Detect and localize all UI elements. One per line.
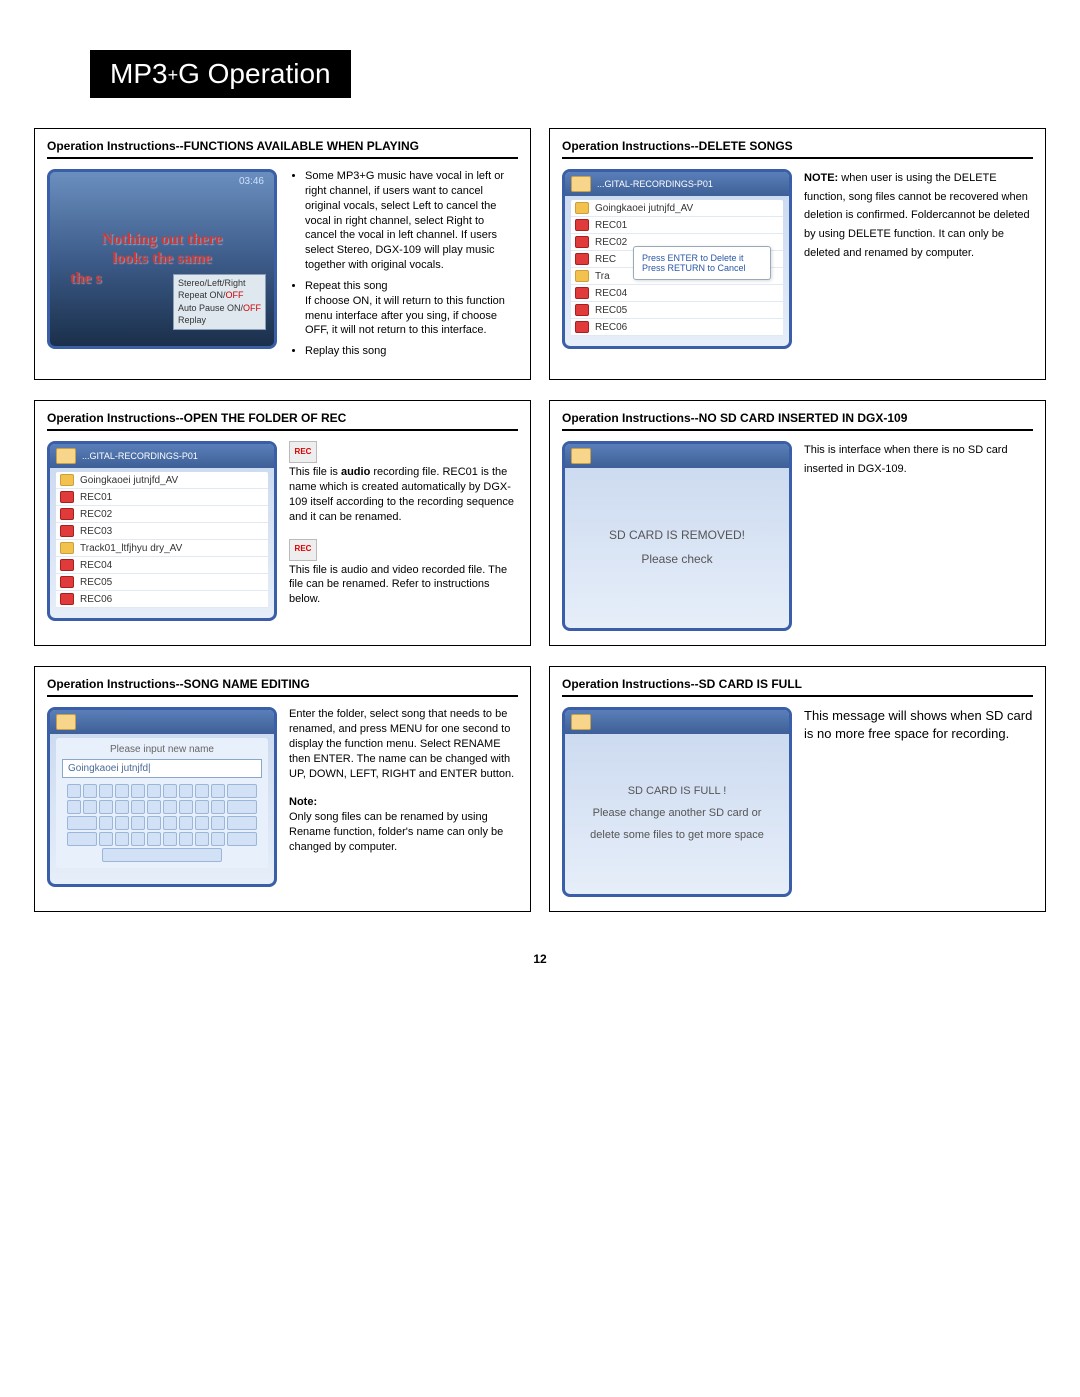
panel-open-rec-folder: Operation Instructions--OPEN THE FOLDER … — [34, 400, 531, 646]
screenshot-delete: ...GITAL-RECORDINGS-P01 Goingkaoei jutnj… — [562, 169, 792, 349]
panel-delete-songs: Operation Instructions--DELETE SONGS ...… — [549, 128, 1046, 380]
no-sd-description: This is interface when there is no SD ca… — [804, 441, 1033, 478]
screenshot-playing: 03:46 Nothing out there looks the same t… — [47, 169, 277, 349]
screenshot-sd-full: SD CARD IS FULL ! Please change another … — [562, 707, 792, 897]
file-row: REC06 — [571, 319, 783, 336]
panel3-title: Operation Instructions--OPEN THE FOLDER … — [47, 411, 518, 431]
screenshot-rename: Please input new name Goingkaoei jutnjfd… — [47, 707, 277, 887]
file-row: Goingkaoei jutnjfd_AV — [56, 472, 268, 489]
note-label: Note: — [289, 796, 317, 808]
rec-av-icon: REC — [289, 539, 317, 561]
file-row: REC04 — [56, 557, 268, 574]
sd-full-description: This message will shows when SD card is … — [804, 707, 1033, 743]
file-row: REC05 — [571, 302, 783, 319]
panel5-title: Operation Instructions--SONG NAME EDITIN… — [47, 677, 518, 697]
msg-sd-removed: SD CARD IS REMOVED! — [609, 528, 745, 542]
screenshot-no-sd: SD CARD IS REMOVED! Please check — [562, 441, 792, 631]
onscreen-keyboard[interactable] — [62, 784, 262, 862]
timecode: 03:46 — [239, 176, 264, 187]
page-number: 12 — [30, 952, 1050, 966]
panel-sd-card-full: Operation Instructions--SD CARD IS FULL … — [549, 666, 1046, 912]
dialog-line-1: Press ENTER to Delete it — [642, 253, 762, 263]
panel-functions-playing: Operation Instructions--FUNCTIONS AVAILA… — [34, 128, 531, 380]
file-row: Goingkaoei jutnjfd_AV — [571, 200, 783, 217]
note-text: when user is using the DELETE function, … — [804, 172, 1030, 259]
confirm-dialog: Press ENTER to Delete it Press RETURN to… — [633, 246, 771, 280]
panel4-title: Operation Instructions--NO SD CARD INSER… — [562, 411, 1033, 431]
folder-icon — [571, 714, 591, 730]
dialog-line-2: Press RETURN to Cancel — [642, 263, 762, 273]
file-row: REC02 — [56, 506, 268, 523]
bullet-repeat: Repeat this song If choose ON, it will r… — [305, 279, 518, 338]
folder-title: ...GITAL-RECORDINGS-P01 — [597, 179, 713, 189]
folder-icon — [571, 448, 591, 464]
menu-item-replay: Replay — [178, 314, 261, 327]
note-label: NOTE: — [804, 172, 838, 184]
lyric-line-2: looks the same — [112, 249, 212, 268]
panel-no-sd-card: Operation Instructions--NO SD CARD INSER… — [549, 400, 1046, 646]
panel-song-name-editing: Operation Instructions--SONG NAME EDITIN… — [34, 666, 531, 912]
file-row: REC01 — [571, 217, 783, 234]
title-prefix: MP3 — [110, 58, 168, 89]
file-row: REC06 — [56, 591, 268, 608]
panel3-text: REC This file is audio recording file. R… — [289, 441, 518, 607]
folder-icon — [56, 714, 76, 730]
file-row: REC04 — [571, 285, 783, 302]
folder-icon — [56, 448, 76, 464]
folder-title: ...GITAL-RECORDINGS-P01 — [82, 451, 198, 461]
title-suffix: G Operation — [178, 58, 331, 89]
msg-sd-full: SD CARD IS FULL ! — [628, 785, 727, 797]
panel4-text: This is interface when there is no SD ca… — [804, 441, 1033, 478]
para-av-file: This file is audio and video recorded fi… — [289, 563, 518, 608]
panel-grid: Operation Instructions--FUNCTIONS AVAILA… — [34, 128, 1046, 912]
msg-delete-files: delete some files to get more space — [590, 829, 764, 841]
msg-change-sd: Please change another SD card or — [593, 807, 762, 819]
file-row: REC05 — [56, 574, 268, 591]
panel1-title: Operation Instructions--FUNCTIONS AVAILA… — [47, 139, 518, 159]
lyric-line-3: the s — [70, 269, 102, 288]
playback-menu: Stereo/Left/Right Repeat ON/OFF Auto Pau… — [173, 274, 266, 330]
panel5-text: Enter the folder, select song that needs… — [289, 707, 518, 855]
file-row: REC01 — [56, 489, 268, 506]
menu-item-autopause: Auto Pause ON/OFF — [178, 302, 261, 315]
rename-prompt: Please input new name — [62, 744, 262, 755]
rename-note: Only song files can be renamed by using … — [289, 810, 518, 855]
file-list-rec: Goingkaoei jutnjfd_AV REC01 REC02 REC03 … — [56, 472, 268, 608]
page-title: MP3+G Operation — [90, 50, 351, 98]
para-audio-file: This file is audio recording file. REC01… — [289, 465, 518, 524]
msg-please-check: Please check — [641, 552, 712, 566]
bullet-vocal-channel: Some MP3+G music have vocal in left or r… — [305, 169, 518, 273]
bullet-replay: Replay this song — [305, 344, 518, 359]
rename-instructions: Enter the folder, select song that needs… — [289, 707, 518, 781]
folder-icon — [571, 176, 591, 192]
file-row: Track01_ltfjhyu dry_AV — [56, 540, 268, 557]
rename-input[interactable]: Goingkaoei jutnjfd| — [62, 759, 262, 778]
menu-item-repeat: Repeat ON/OFF — [178, 289, 261, 302]
lyric-line-1: Nothing out there — [102, 230, 223, 249]
screenshot-rec-folder: ...GITAL-RECORDINGS-P01 Goingkaoei jutnj… — [47, 441, 277, 621]
menu-item-stereo: Stereo/Left/Right — [178, 277, 261, 290]
panel1-text: Some MP3+G music have vocal in left or r… — [289, 169, 518, 365]
title-plus: + — [168, 65, 179, 85]
panel6-text: This message will shows when SD card is … — [804, 707, 1033, 743]
file-row: REC03 — [56, 523, 268, 540]
panel6-title: Operation Instructions--SD CARD IS FULL — [562, 677, 1033, 697]
panel2-text: NOTE: when user is using the DELETE func… — [804, 169, 1033, 262]
panel2-title: Operation Instructions--DELETE SONGS — [562, 139, 1033, 159]
rec-audio-icon: REC — [289, 441, 317, 463]
